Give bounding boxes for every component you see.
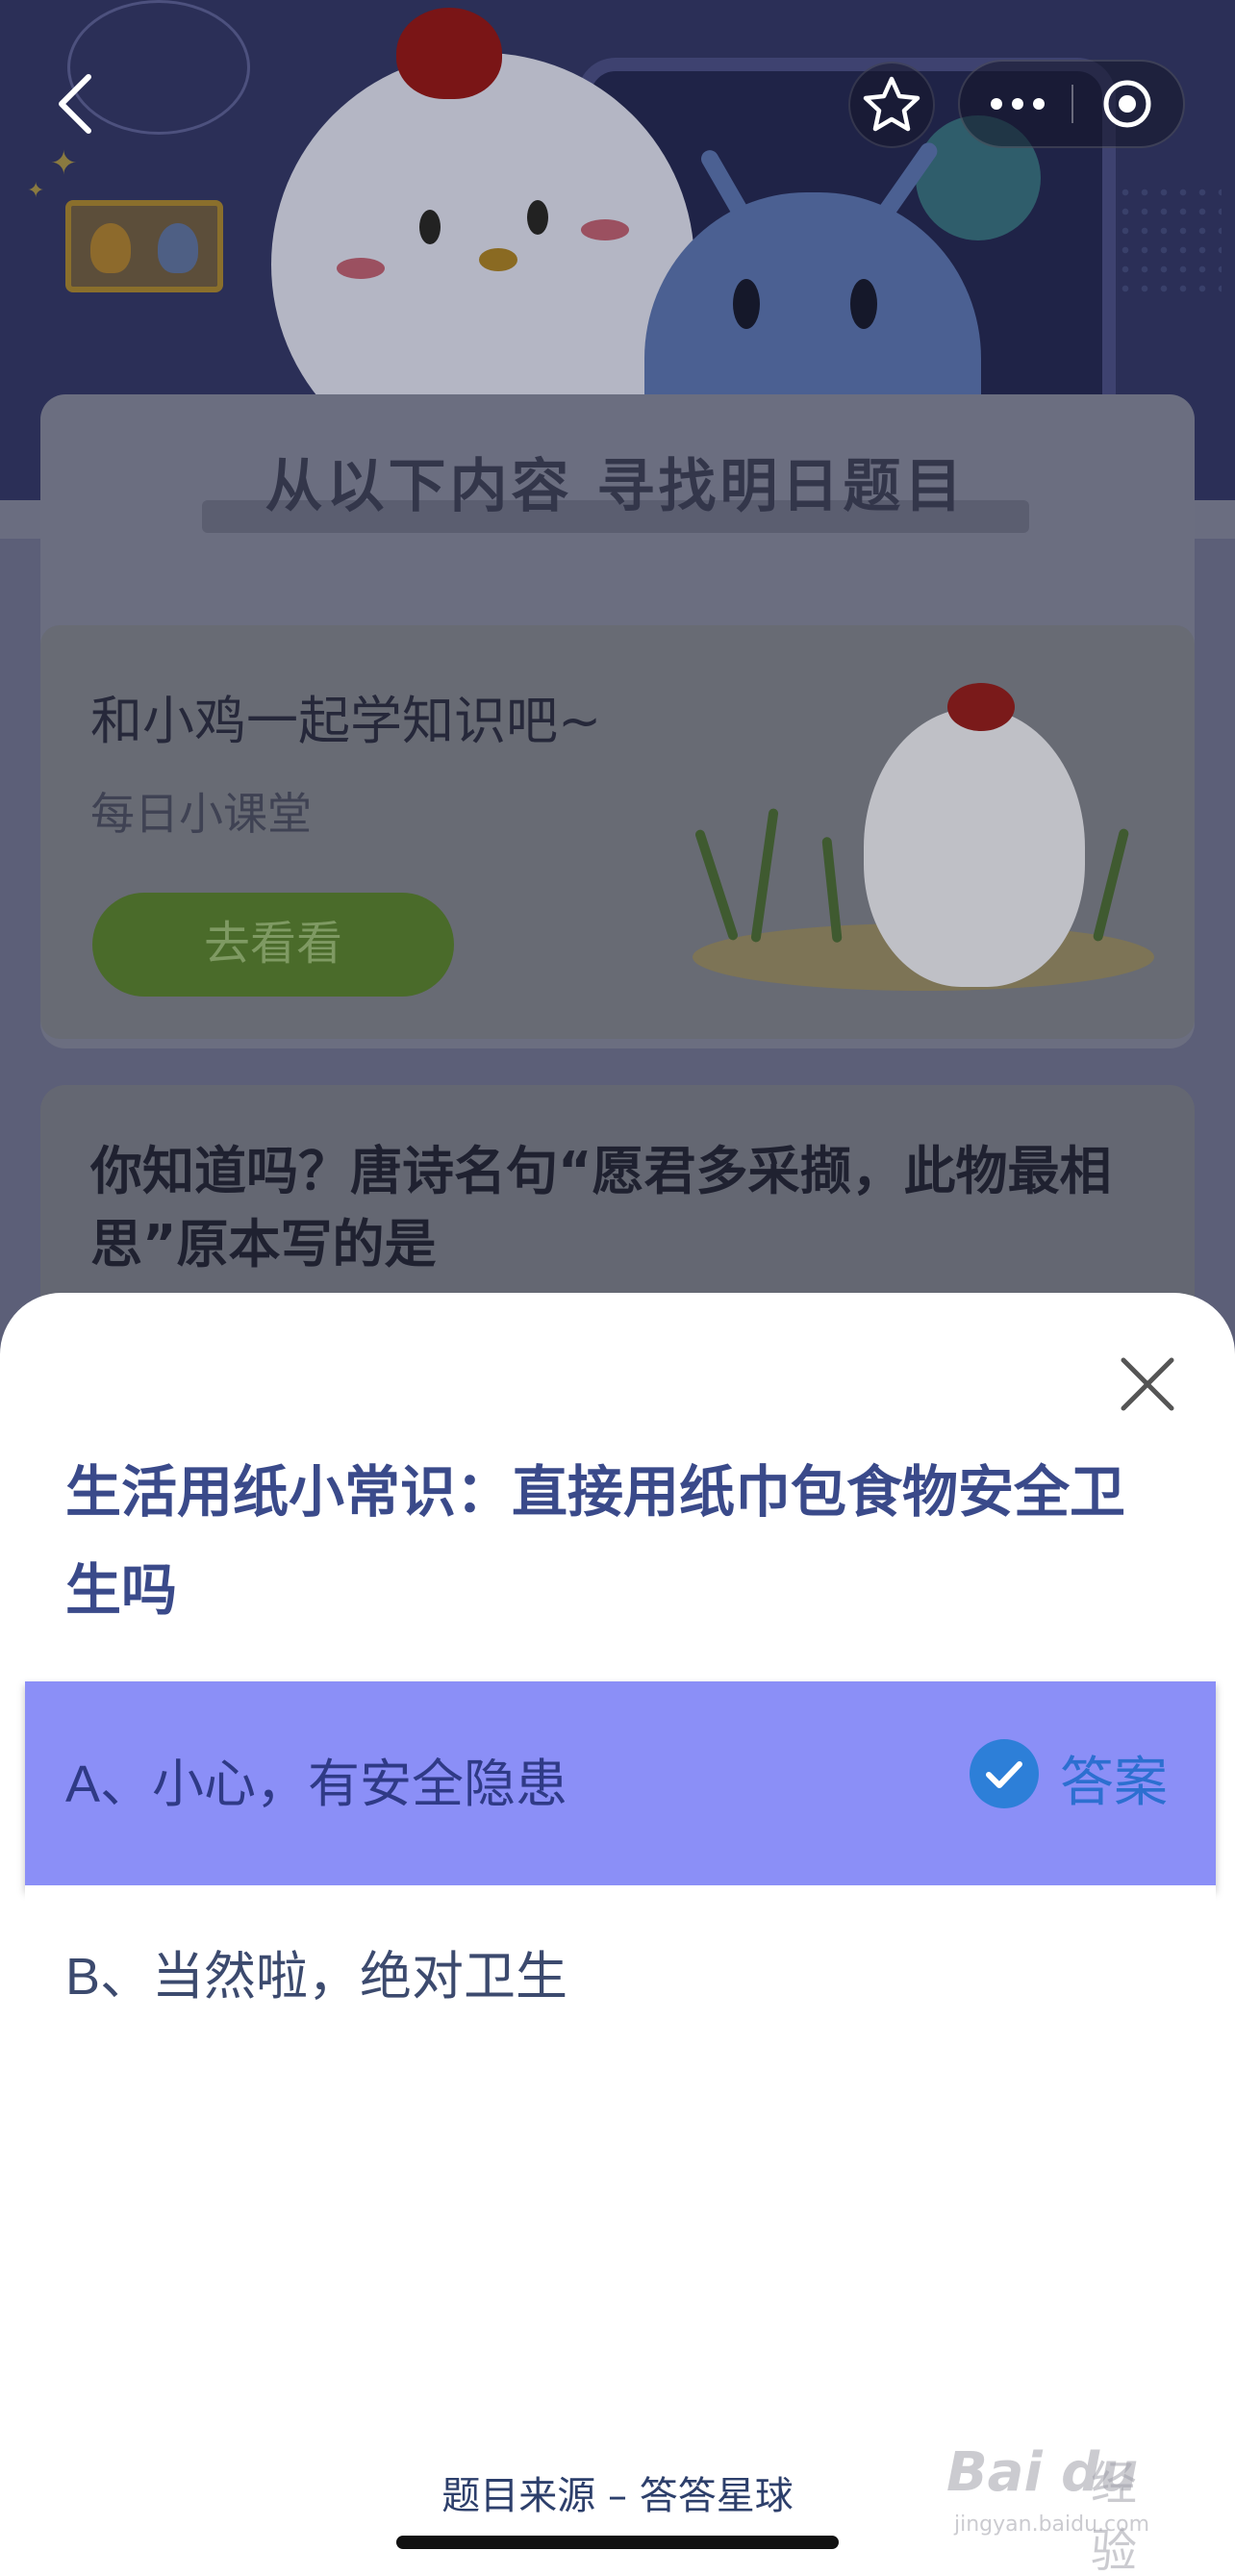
chick-comb: [396, 8, 502, 99]
close-miniprogram-button[interactable]: [1073, 62, 1185, 146]
chick-eye: [419, 210, 441, 244]
home-indicator: [396, 2536, 839, 2549]
chick-small-comb: [947, 683, 1015, 731]
medal-gold-icon: [90, 223, 131, 273]
watermark-brand: 经验: [1091, 2457, 1138, 2576]
check-circle-icon: [970, 1739, 1039, 1808]
sparkle-icon: ✦: [50, 144, 78, 183]
question-text: 生活用纸小常识：直接用纸巾包食物安全卫生吗: [65, 1459, 1126, 1623]
chick-cheek: [581, 219, 629, 240]
option-b[interactable]: B、当然啦，绝对卫生: [25, 1885, 1216, 2039]
sparkle-icon: ✦: [27, 179, 45, 203]
medal-frame: [65, 200, 223, 292]
target-circle-icon: [1103, 80, 1151, 128]
chick-beak: [479, 248, 517, 271]
close-x-icon: [1121, 1357, 1174, 1411]
miniprogram-capsule: [958, 60, 1185, 148]
alien-eye: [850, 279, 877, 329]
more-dots-icon: [991, 98, 1045, 110]
quiz-preview-text: 你知道吗？唐诗名句“愿君多采撷，此物最相思”原本写的是: [90, 1141, 1112, 1275]
chick-eye: [527, 200, 548, 235]
decor-dots: [1116, 183, 1222, 298]
option-a-label: A、小心，有安全隐患: [65, 1755, 568, 1813]
back-button[interactable]: [48, 65, 106, 142]
chick-cheek: [337, 258, 385, 279]
go-see-button[interactable]: 去看看: [92, 893, 454, 997]
sheet-close-button[interactable]: [1114, 1351, 1181, 1418]
option-a[interactable]: A、小心，有安全隐患 答案: [25, 1681, 1216, 1889]
lesson-title: 和小鸡一起学知识吧~: [90, 691, 602, 751]
watermark-url: jingyan.baidu.com: [954, 2513, 1150, 2537]
answer-tag: 答案: [1060, 1752, 1168, 1812]
favorite-button[interactable]: [848, 62, 935, 148]
chevron-left-icon: [59, 74, 91, 134]
medal-blue-icon: [158, 223, 198, 273]
alien-eye: [733, 279, 760, 329]
chick-small-illustration: [864, 708, 1085, 987]
lesson-subtitle: 每日小课堂: [90, 788, 312, 840]
section-heading: 从以下内容 寻找明日题目: [265, 453, 967, 520]
option-b-label: B、当然啦，绝对卫生: [65, 1948, 568, 2006]
star-outline-icon: [863, 76, 920, 132]
more-button[interactable]: [960, 62, 1071, 146]
baidu-jingyan-watermark: Bai du 经验 jingyan.baidu.com: [946, 2441, 1177, 2576]
